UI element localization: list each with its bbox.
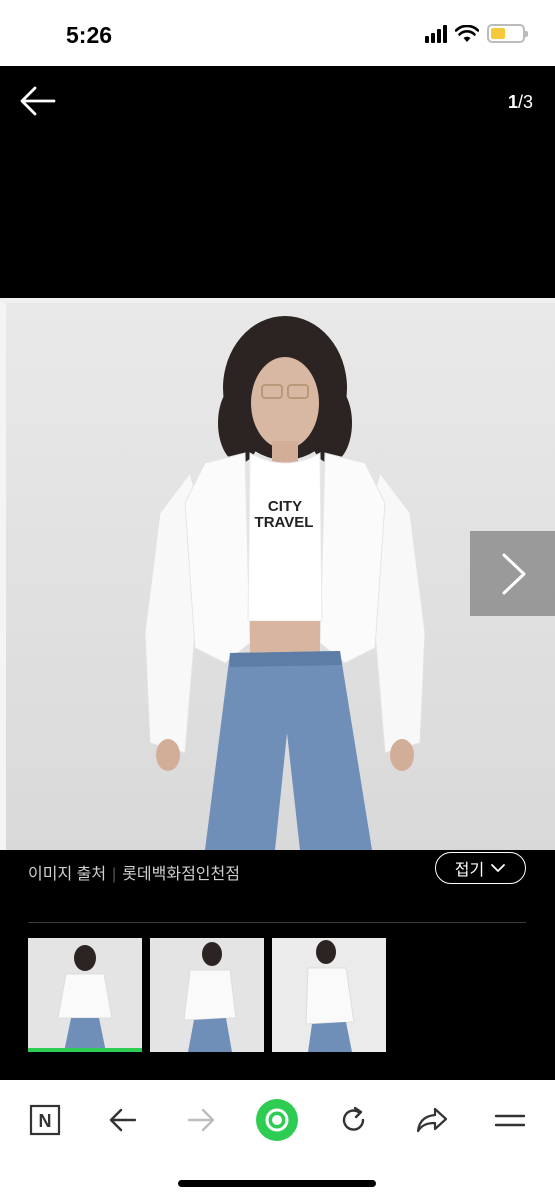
browser-forward-button[interactable] [179, 1098, 223, 1142]
next-image-button[interactable] [470, 531, 555, 616]
thumbnail-image [150, 938, 264, 1052]
thumbnail-image [272, 938, 386, 1052]
current-index: 1 [507, 92, 518, 112]
fold-button[interactable]: 접기 [435, 852, 526, 884]
clock: 5:26 [66, 22, 113, 48]
naver-n-icon: N [29, 1104, 61, 1136]
green-dot-icon [256, 1099, 298, 1141]
hamburger-menu-icon [494, 1114, 526, 1127]
refresh-icon [342, 1106, 365, 1131]
home-indicator [178, 1180, 376, 1187]
share-icon [416, 1107, 448, 1133]
separator: | [112, 866, 117, 883]
chevron-down-icon [491, 864, 506, 872]
viewer-header: 1/3 [0, 66, 555, 298]
share-button[interactable] [410, 1098, 454, 1142]
naver-home-button[interactable]: N [23, 1098, 67, 1142]
refresh-button[interactable] [332, 1098, 376, 1142]
wifi-icon [455, 24, 479, 42]
thumbnail-strip [28, 938, 386, 1052]
green-dot-button[interactable] [255, 1098, 299, 1142]
thumbnail-2[interactable] [150, 938, 264, 1052]
fold-label: 접기 [454, 862, 485, 879]
source-name[interactable]: 롯데백화점인천점 [122, 866, 240, 883]
thumbnail-1[interactable] [28, 938, 142, 1052]
shirt-print-line1: CITY [268, 498, 302, 515]
arrow-right-icon [187, 1108, 215, 1132]
cellular-signal-icon [425, 24, 447, 43]
battery-fill [491, 28, 505, 39]
arrow-left-icon [20, 86, 56, 116]
thumbnail-3[interactable] [272, 938, 386, 1052]
menu-button[interactable] [488, 1098, 532, 1142]
chevron-right-icon [502, 553, 525, 594]
image-counter: 1/3 [508, 92, 533, 113]
shirt-print-line2: TRAVEL [255, 514, 314, 531]
naver-n-letter: N [39, 1111, 52, 1131]
image-source: 이미지 출처 | 롯데백화점인천점 [28, 860, 240, 884]
status-bar: 5:26 [0, 0, 555, 66]
image-caption: 이미지 출처 | 롯데백화점인천점 접기 [0, 850, 555, 922]
status-icons [425, 24, 528, 43]
browser-back-button[interactable] [101, 1098, 145, 1142]
battery-icon [487, 24, 528, 43]
back-button[interactable] [18, 84, 58, 118]
thumbnail-image [28, 938, 142, 1052]
arrow-left-icon [109, 1108, 137, 1132]
total-count: /3 [517, 92, 533, 112]
source-label: 이미지 출처 [28, 866, 107, 883]
divider [28, 922, 526, 923]
